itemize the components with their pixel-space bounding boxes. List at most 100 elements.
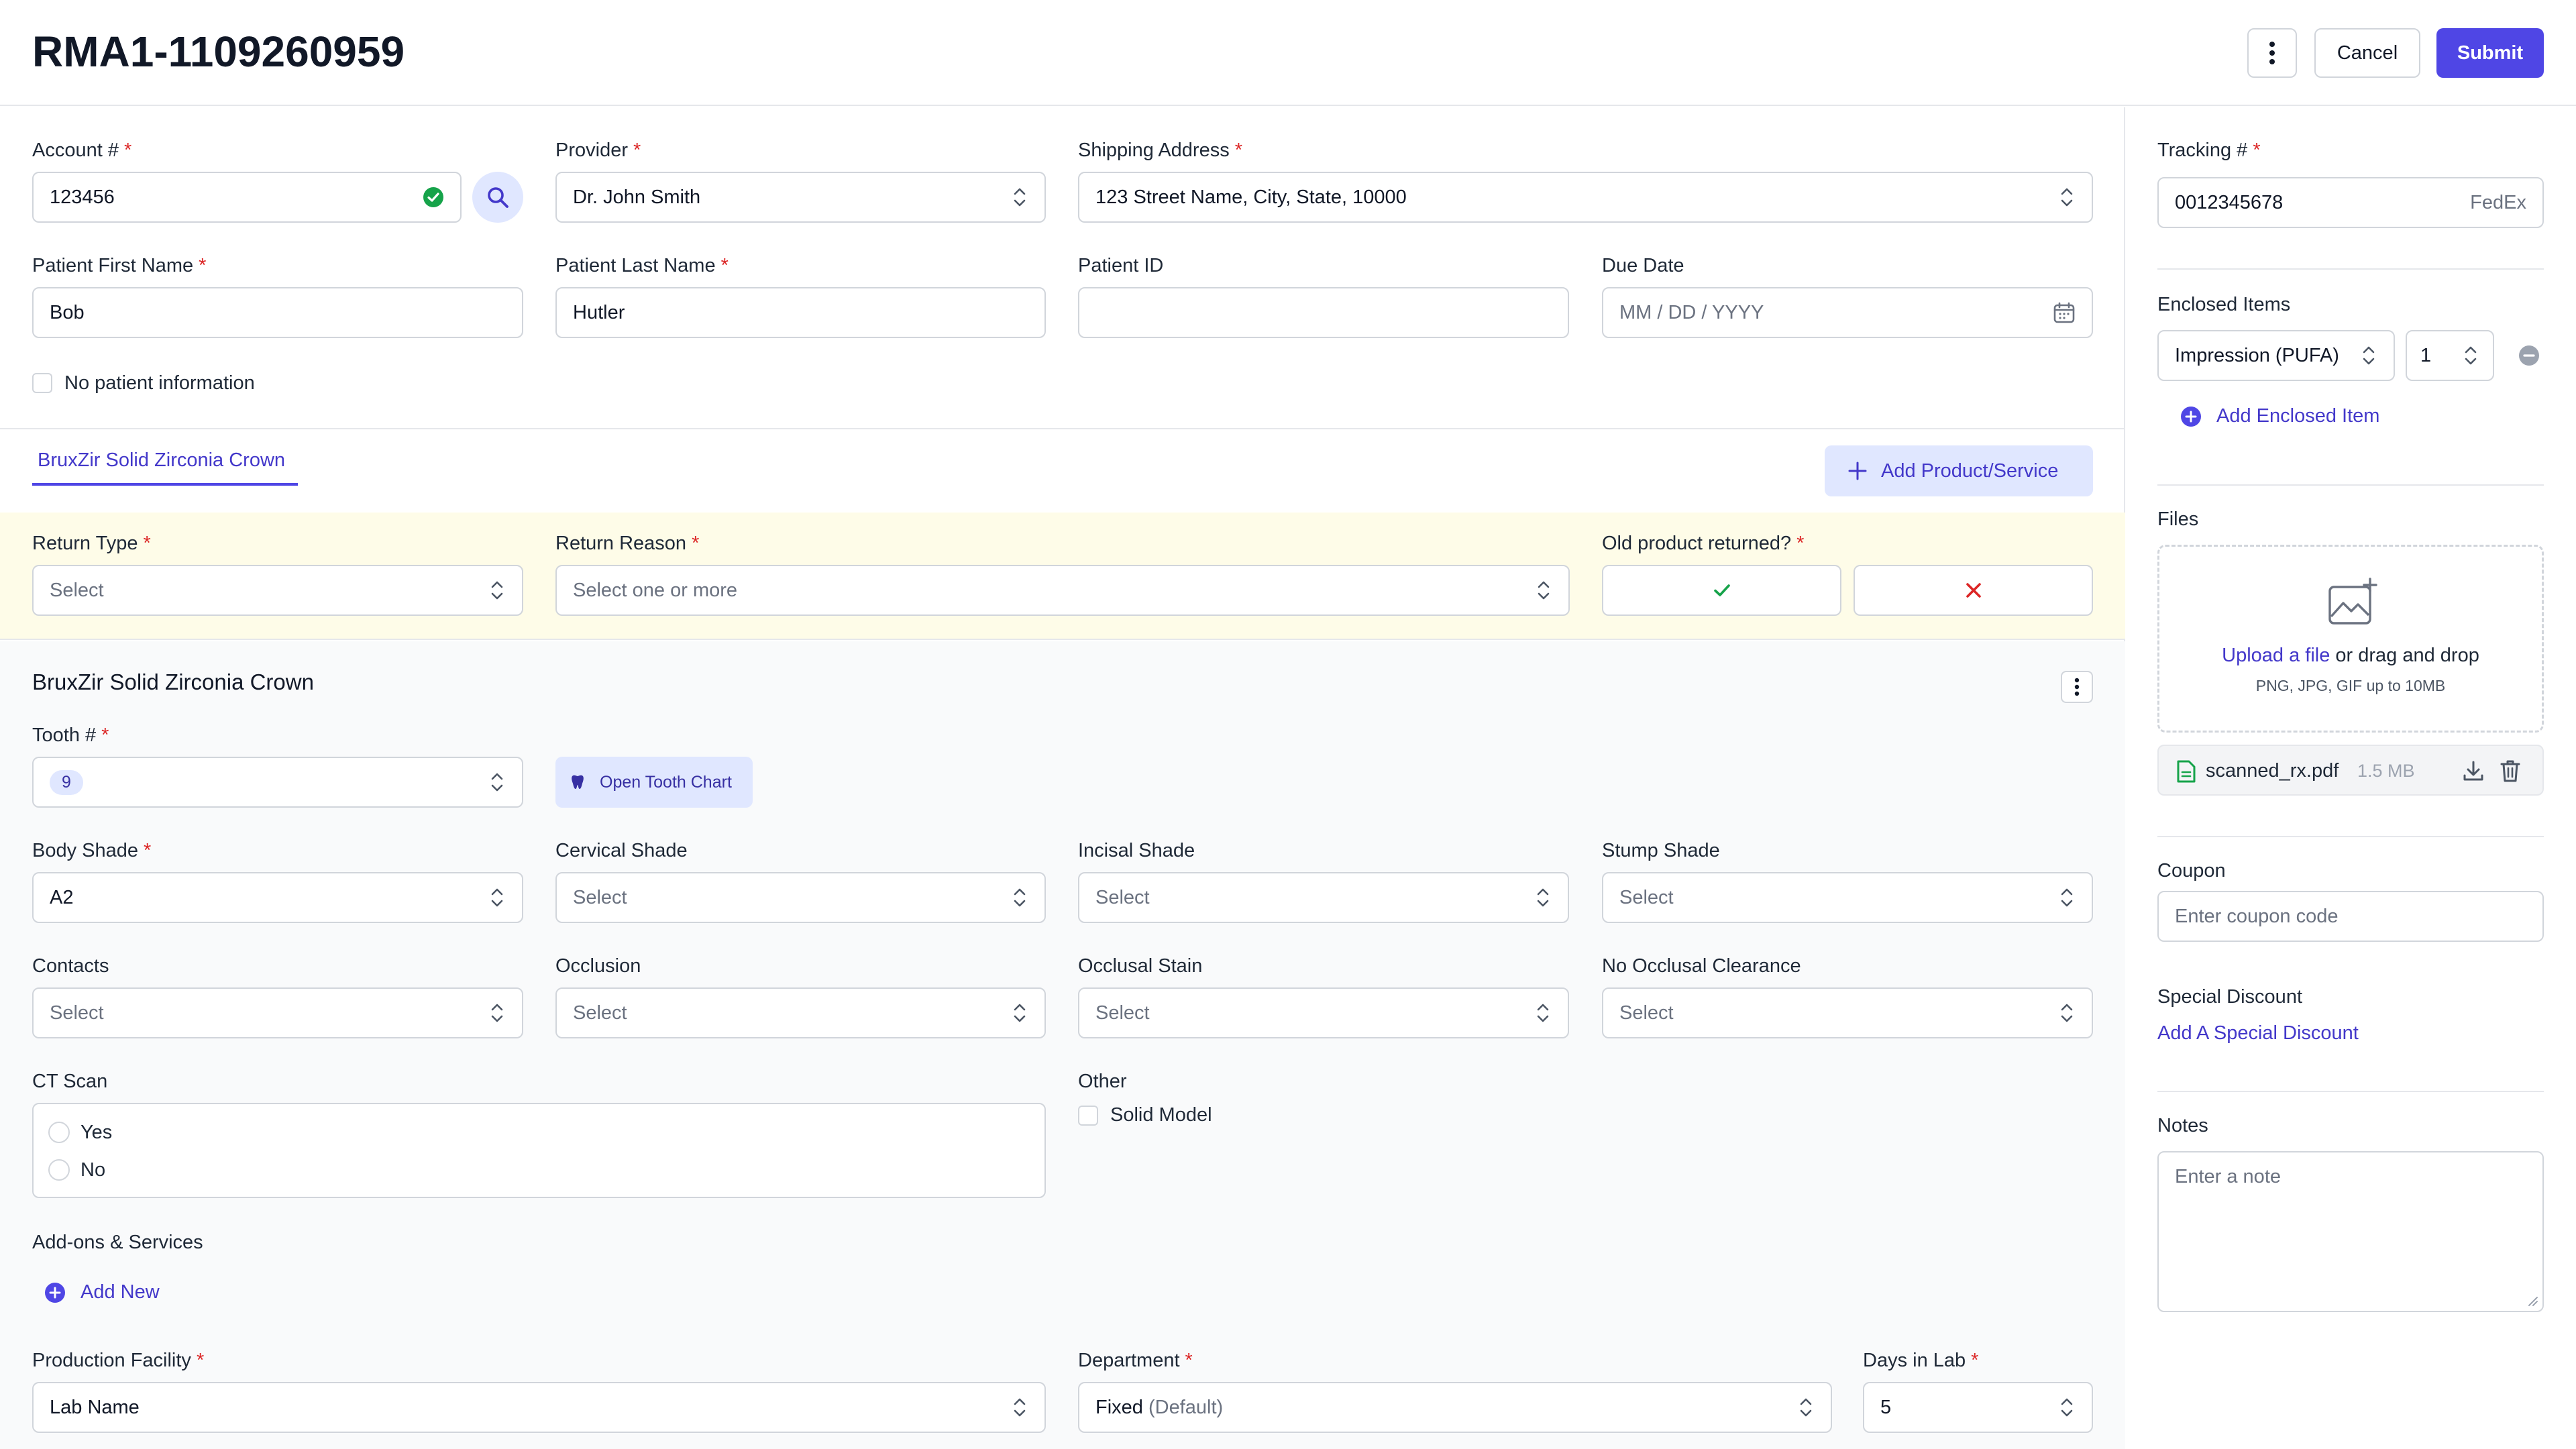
provider-select[interactable]: Dr. John Smith — [555, 172, 1046, 223]
stump-shade-select[interactable]: Select — [1602, 872, 2093, 923]
product-title: BruxZir Solid Zirconia Crown — [32, 669, 314, 694]
due-date-input[interactable]: MM / DD / YYYY — [1602, 287, 2093, 338]
provider-label: Provider * — [555, 140, 641, 161]
tab-bruxzir-crown[interactable]: BruxZir Solid Zirconia Crown — [32, 429, 298, 486]
sidebar-divider — [2157, 484, 2544, 486]
patient-id-input[interactable] — [1078, 287, 1569, 338]
upload-file-link[interactable]: Upload a file — [2222, 645, 2330, 666]
occlusion-label: Occlusion — [555, 955, 641, 977]
incisal-shade-select[interactable]: Select — [1078, 872, 1569, 923]
cancel-button[interactable]: Cancel — [2314, 28, 2420, 78]
account-label: Account # * — [32, 140, 132, 161]
tooth-chip[interactable]: 9 — [50, 769, 83, 795]
shipping-address-select[interactable]: 123 Street Name, City, State, 10000 — [1078, 172, 2093, 223]
open-tooth-chart-button[interactable]: Open Tooth Chart — [555, 757, 753, 808]
department-select[interactable]: Fixed (Default) — [1078, 1382, 1832, 1433]
body-shade-select[interactable]: A2 — [32, 872, 523, 923]
plus-circle-icon — [45, 1282, 65, 1303]
ct-scan-label: CT Scan — [32, 1071, 108, 1092]
chevron-up-down-icon — [1534, 884, 1552, 911]
chevron-up-down-icon — [1011, 1394, 1028, 1421]
file-dropzone[interactable]: Upload a file or drag and drop PNG, JPG,… — [2157, 545, 2544, 733]
first-name-label: Patient First Name * — [32, 255, 207, 276]
submit-button[interactable]: Submit — [2436, 28, 2544, 78]
last-name-label: Patient Last Name * — [555, 255, 729, 276]
other-label: Other — [1078, 1071, 1127, 1092]
product-options-button[interactable] — [2061, 671, 2093, 703]
tooth-number-select[interactable]: 9 — [32, 757, 523, 808]
check-icon — [1713, 584, 1730, 596]
contacts-select[interactable]: Select — [32, 987, 523, 1038]
due-date-label: Due Date — [1602, 255, 1684, 276]
more-options-button[interactable] — [2247, 28, 2297, 78]
tracking-carrier: FedEx — [2470, 191, 2526, 213]
old-product-yes-button[interactable] — [1602, 565, 1841, 616]
account-search-button[interactable] — [472, 172, 523, 223]
days-in-lab-label: Days in Lab * — [1863, 1350, 1979, 1371]
chevron-up-down-icon — [488, 577, 506, 604]
add-product-button[interactable]: Add Product/Service — [1825, 445, 2093, 496]
occlusal-stain-select[interactable]: Select — [1078, 987, 1569, 1038]
delete-file-button[interactable] — [2500, 759, 2521, 783]
stump-shade-label: Stump Shade — [1602, 840, 1720, 861]
file-row: scanned_rx.pdf 1.5 MB — [2157, 745, 2544, 796]
return-type-select[interactable]: Select — [32, 565, 523, 616]
plus-icon — [1848, 462, 1867, 480]
old-product-returned-label: Old product returned? * — [1602, 533, 1805, 554]
chevron-up-down-icon — [1011, 884, 1028, 911]
chevron-up-down-icon — [2462, 342, 2479, 369]
occlusion-select[interactable]: Select — [555, 987, 1046, 1038]
chevron-up-down-icon — [1011, 1000, 1028, 1026]
minus-circle-icon — [2519, 345, 2539, 366]
no-patient-checkbox[interactable] — [32, 373, 52, 393]
download-button[interactable] — [2462, 759, 2485, 782]
upload-text: Upload a file or drag and drop — [2222, 645, 2479, 666]
tracking-input[interactable]: 0012345678 FedEx — [2157, 177, 2544, 228]
production-facility-select[interactable]: Lab Name — [32, 1382, 1046, 1433]
chevron-up-down-icon — [1011, 184, 1028, 211]
section-divider — [0, 428, 2125, 429]
page-header: RMA1-1109260959 Cancel Submit — [0, 0, 2576, 106]
upload-hint: PNG, JPG, GIF up to 10MB — [2255, 677, 2446, 694]
solid-model-checkbox[interactable] — [1078, 1106, 1098, 1126]
occlusal-stain-label: Occlusal Stain — [1078, 955, 1203, 977]
enclosed-item-select[interactable]: Impression (PUFA) — [2157, 330, 2395, 381]
sidebar-divider — [2157, 836, 2544, 837]
add-special-discount-link[interactable]: Add A Special Discount — [2157, 1022, 2359, 1044]
plus-circle-icon — [2181, 406, 2201, 427]
return-reason-select[interactable]: Select one or more — [555, 565, 1570, 616]
chevron-up-down-icon — [2058, 884, 2076, 911]
x-icon — [1966, 583, 1981, 598]
add-enclosed-item-button[interactable]: Add Enclosed Item — [2180, 405, 2379, 427]
ct-scan-no-radio[interactable] — [48, 1159, 70, 1181]
files-label: Files — [2157, 508, 2199, 530]
chevron-up-down-icon — [1534, 1000, 1552, 1026]
coupon-input[interactable]: Enter coupon code — [2157, 891, 2544, 942]
sidebar-divider — [2157, 1091, 2544, 1092]
days-in-lab-select[interactable]: 5 — [1863, 1382, 2093, 1433]
old-product-no-button[interactable] — [1854, 565, 2093, 616]
solid-model-label: Solid Model — [1110, 1104, 1212, 1126]
chevron-up-down-icon — [2360, 342, 2377, 369]
ct-scan-group: Yes No — [32, 1103, 1046, 1198]
first-name-input[interactable]: Bob — [32, 287, 523, 338]
cervical-shade-select[interactable]: Select — [555, 872, 1046, 923]
chevron-up-down-icon — [488, 884, 506, 911]
special-discount-label: Special Discount — [2157, 986, 2302, 1008]
add-new-button[interactable]: Add New — [44, 1281, 160, 1303]
enclosed-items-label: Enclosed Items — [2157, 294, 2291, 315]
account-input[interactable]: 123456 — [32, 172, 462, 223]
remove-enclosed-button[interactable] — [2518, 345, 2540, 366]
enclosed-qty-select[interactable]: 1 — [2406, 330, 2494, 381]
shipping-address-label: Shipping Address * — [1078, 140, 1243, 161]
last-name-input[interactable]: Hutler — [555, 287, 1046, 338]
resize-handle-icon[interactable] — [2525, 1293, 2538, 1307]
incisal-shade-label: Incisal Shade — [1078, 840, 1195, 861]
chevron-up-down-icon — [2058, 1394, 2076, 1421]
no-occlusal-clearance-select[interactable]: Select — [1602, 987, 2093, 1038]
notes-textarea[interactable]: Enter a note — [2157, 1151, 2544, 1312]
right-sidebar: Tracking # * 0012345678 FedEx Enclosed It… — [2127, 107, 2576, 1449]
return-reason-label: Return Reason * — [555, 533, 700, 554]
body-shade-label: Body Shade * — [32, 840, 152, 861]
ct-scan-yes-radio[interactable] — [48, 1122, 70, 1143]
